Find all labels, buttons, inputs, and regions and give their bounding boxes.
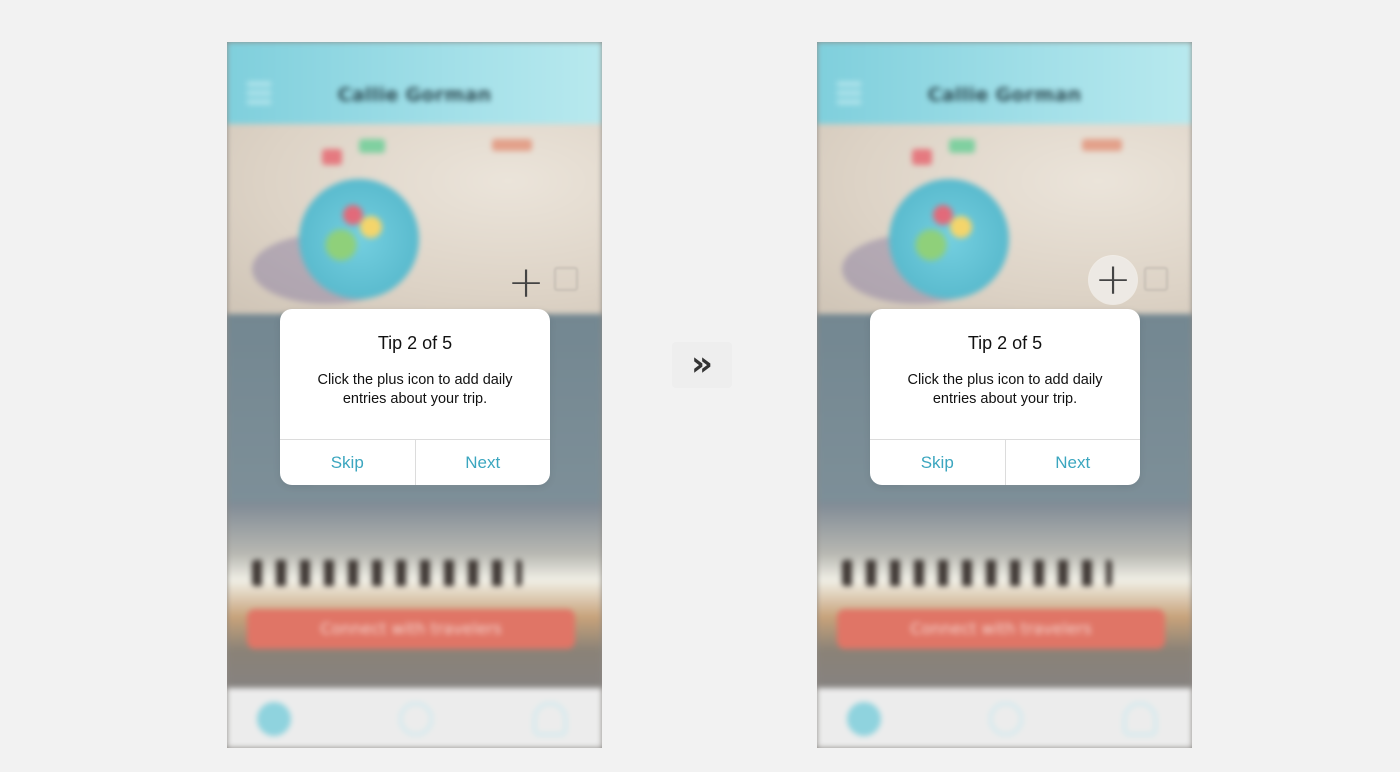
profile-tab-icon[interactable] xyxy=(989,702,1023,736)
app-bar-title: Callie Gorman xyxy=(927,84,1082,106)
globe-image xyxy=(299,179,419,299)
skip-button[interactable]: Skip xyxy=(870,440,1006,485)
connect-with-travelers-button[interactable]: Connect with travelers xyxy=(247,609,575,649)
notifications-tab-icon[interactable] xyxy=(533,702,567,736)
edit-icon[interactable] xyxy=(1144,267,1168,291)
next-button[interactable]: Next xyxy=(1006,440,1141,485)
tip-dialog: Tip 2 of 5 Click the plus icon to add da… xyxy=(870,309,1140,485)
home-tab-icon[interactable] xyxy=(847,702,881,736)
next-button[interactable]: Next xyxy=(416,440,551,485)
tip-body: Click the plus icon to add daily entries… xyxy=(317,372,513,407)
app-bar: Callie Gorman xyxy=(817,42,1192,124)
home-tab-icon[interactable] xyxy=(257,702,291,736)
tip-body: Click the plus icon to add daily entries… xyxy=(907,372,1103,407)
sunset-photo: Connect with travelers xyxy=(227,502,602,688)
tab-bar xyxy=(817,688,1192,748)
app-bar-title: Callie Gorman xyxy=(337,84,492,106)
tip-title: Tip 2 of 5 xyxy=(967,333,1043,353)
tip-actions: Skip Next xyxy=(280,439,550,485)
tip-title: Tip 2 of 5 xyxy=(377,333,453,353)
plus-icon[interactable]: + xyxy=(504,261,548,305)
connect-with-travelers-button[interactable]: Connect with travelers xyxy=(837,609,1165,649)
tip-actions: Skip Next xyxy=(870,439,1140,485)
notifications-tab-icon[interactable] xyxy=(1123,702,1157,736)
phone-screen-after: Callie Gorman Connect with travelers + T… xyxy=(817,42,1192,748)
plus-icon-highlighted[interactable]: + xyxy=(1089,256,1137,304)
globe-image xyxy=(889,179,1009,299)
app-bar: Callie Gorman xyxy=(227,42,602,124)
edit-icon[interactable] xyxy=(554,267,578,291)
double-chevron-right-icon: » xyxy=(672,342,732,388)
skip-button[interactable]: Skip xyxy=(280,440,416,485)
phone-screen-before: Callie Gorman Connect with travelers + T… xyxy=(227,42,602,748)
profile-tab-icon[interactable] xyxy=(399,702,433,736)
tab-bar xyxy=(227,688,602,748)
sunset-photo: Connect with travelers xyxy=(817,502,1192,688)
tip-dialog: Tip 2 of 5 Click the plus icon to add da… xyxy=(280,309,550,485)
